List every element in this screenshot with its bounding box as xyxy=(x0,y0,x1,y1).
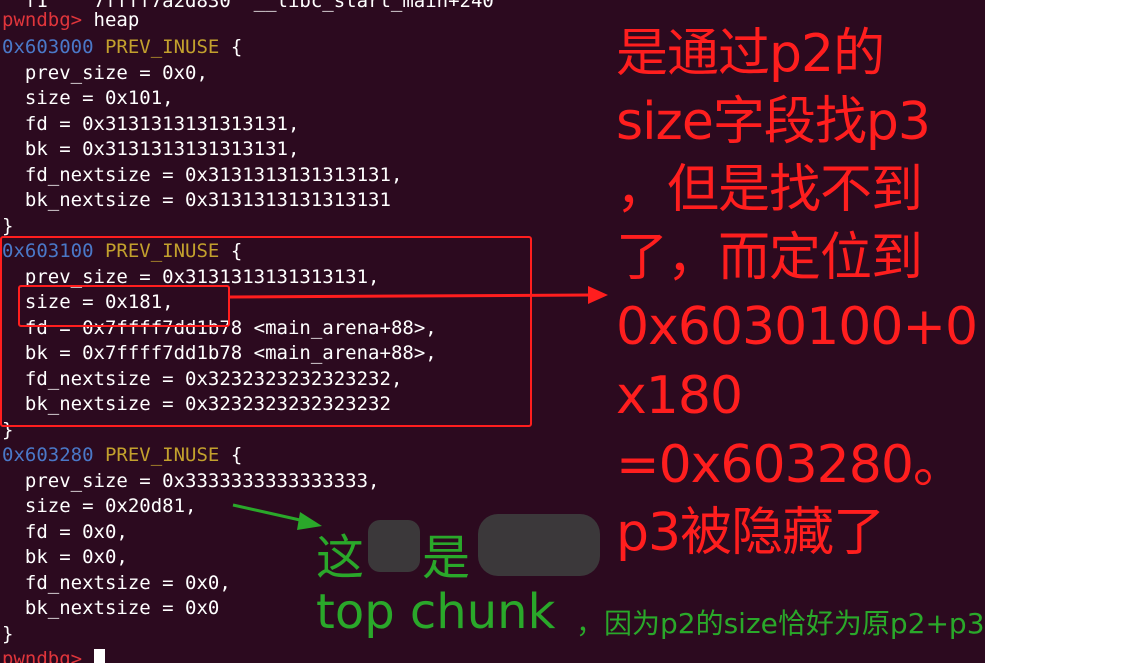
obscured-text-smudge xyxy=(478,514,600,576)
annotation-green-shi: 是 xyxy=(422,530,471,586)
annotation-red-line: 0x6030100+0 xyxy=(616,297,978,357)
annotation-green-explanation: ，因为p2的size恰好为原p2+p3 xyxy=(576,607,985,640)
annotation-red-line: ，但是找不到 xyxy=(616,160,923,220)
annotation-red-line: x180 xyxy=(616,366,743,426)
green-arrow-line xyxy=(232,503,301,522)
annotation-red-line: =0x603280。 xyxy=(616,435,965,495)
annotation-red-line: 了，而定位到 xyxy=(616,228,923,288)
annotation-red-line: p3被隐藏了 xyxy=(616,503,885,563)
annotation-green-top-chunk: top chunk xyxy=(316,584,556,640)
obscured-text-smudge xyxy=(368,520,420,572)
red-arrow-line xyxy=(229,293,591,299)
annotation-green-zhe: 这 xyxy=(316,530,365,586)
annotation-red-line: size字段找p3 xyxy=(616,92,931,152)
red-arrow-head xyxy=(588,286,608,304)
annotation-red-line: 是通过p2的 xyxy=(616,24,885,84)
